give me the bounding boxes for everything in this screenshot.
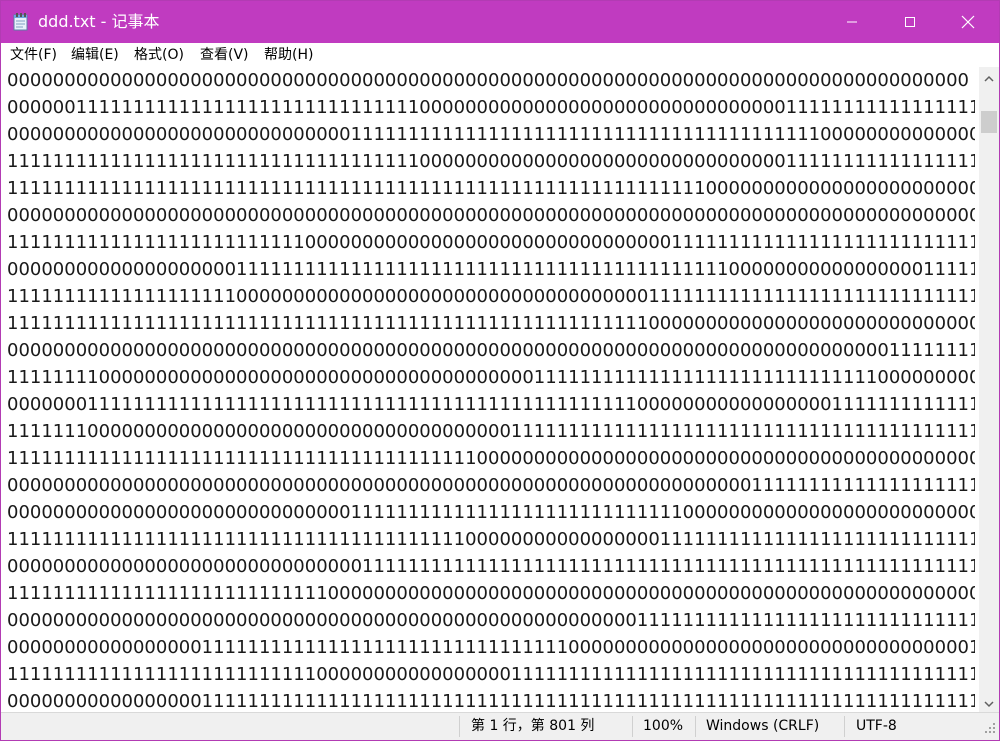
menu-format[interactable]: 格式(O): [134, 46, 184, 64]
status-divider: [844, 716, 845, 737]
text-line: 0000000000000000000011111111111111111111…: [7, 259, 975, 280]
minimize-button[interactable]: [823, 1, 881, 43]
minimize-icon: [846, 16, 858, 28]
maximize-icon: [904, 16, 916, 28]
status-line-ending: Windows (CRLF): [706, 718, 820, 734]
text-line: 0000000000000000000000000000000000000000…: [7, 610, 975, 631]
menu-help[interactable]: 帮助(H): [264, 46, 313, 64]
chevron-up-icon: [984, 68, 994, 87]
text-line: 0000000000000000000000000000000000000000…: [7, 340, 975, 361]
text-line: 1111111100000000000000000000000000000000…: [7, 367, 975, 388]
scroll-down-button[interactable]: [979, 692, 999, 712]
status-cursor-position: 第 1 行，第 801 列: [471, 718, 595, 734]
notepad-icon: [13, 13, 29, 31]
notepad-window: ddd.txt - 记事本 文件(F) 编辑(E) 格式(O) 查看(V) 帮助…: [0, 0, 1000, 741]
scroll-up-button[interactable]: [979, 67, 999, 87]
status-divider: [695, 716, 696, 737]
menu-file[interactable]: 文件(F): [10, 46, 57, 64]
status-divider: [632, 716, 633, 737]
status-bar: 第 1 行，第 801 列 100% Windows (CRLF) UTF-8: [1, 712, 999, 740]
status-encoding: UTF-8: [856, 718, 897, 734]
title-bar[interactable]: ddd.txt - 记事本: [1, 1, 999, 43]
text-line: 1111111111111111111111111111111111110000…: [7, 151, 975, 172]
text-line: 0000000111111111111111111111111111111111…: [7, 394, 975, 415]
text-line: 1111111111111111111111111111111111111111…: [7, 448, 975, 469]
maximize-button[interactable]: [881, 1, 939, 43]
chevron-down-icon: [984, 693, 994, 712]
menu-edit[interactable]: 编辑(E): [71, 46, 119, 64]
text-editor[interactable]: 0000000000000000000000000000000000000000…: [1, 67, 979, 712]
text-line: 1111111111111111111100000000000000000000…: [7, 286, 975, 307]
vertical-scrollbar[interactable]: [979, 67, 999, 712]
text-line: 0000000000000000011111111111111111111111…: [7, 637, 975, 658]
resize-grip-icon[interactable]: [979, 717, 999, 737]
text-line: 1111111111111111111111111110000000000000…: [7, 664, 975, 685]
text-line: 1111111000000000000000000000000000000000…: [7, 421, 975, 442]
status-zoom: 100%: [643, 718, 684, 734]
text-line: 1111111111111111111111111100000000000000…: [7, 232, 975, 253]
text-line: 0000000000000000000000000000000000000000…: [7, 205, 975, 226]
close-button[interactable]: [939, 1, 997, 43]
close-icon: [961, 15, 975, 29]
text-line: 1111111111111111111111111111000000000000…: [7, 583, 975, 604]
text-line: 1111111111111111111111111111111111111111…: [7, 313, 975, 334]
text-line: 0000000000000000011111111111111111111111…: [7, 691, 975, 712]
scroll-thumb[interactable]: [981, 111, 997, 133]
text-line: 0000000000000000000000000000000111111111…: [7, 556, 975, 577]
text-line: 0000000000000000000000000000001111111111…: [7, 502, 975, 523]
text-line: 0000000000000000000000000000001111111111…: [7, 124, 975, 145]
window-title: ddd.txt - 记事本: [38, 12, 160, 31]
menu-bar: 文件(F) 编辑(E) 格式(O) 查看(V) 帮助(H): [1, 43, 999, 67]
menu-view[interactable]: 查看(V): [200, 46, 249, 64]
text-line: 0000001111111111111111111111111111110000…: [7, 97, 975, 118]
text-line: 0000000000000000000000000000000000000000…: [7, 70, 969, 91]
text-line: 0000000000000000000000000000000000000000…: [7, 475, 975, 496]
text-line: 1111111111111111111111111111111111111111…: [7, 178, 975, 199]
status-divider: [459, 716, 460, 737]
text-line: 1111111111111111111111111111111111111111…: [7, 529, 975, 550]
